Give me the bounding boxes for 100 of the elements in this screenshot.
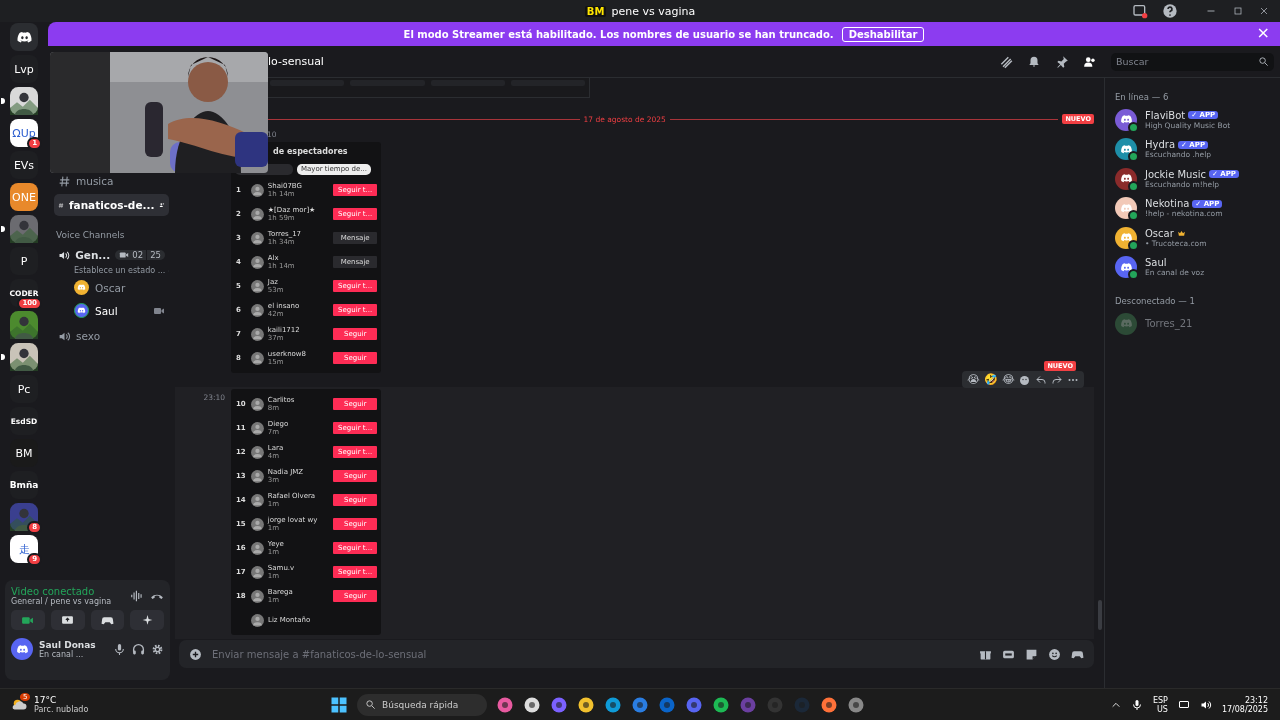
reaction-button[interactable]: 🤣 — [984, 373, 999, 386]
browser-icon[interactable] — [604, 695, 622, 714]
avatar-icon — [250, 183, 264, 197]
add-reaction-icon[interactable] — [1019, 373, 1031, 386]
members-icon[interactable] — [1083, 54, 1097, 69]
speaker-icon — [58, 248, 71, 262]
mic-icon[interactable] — [113, 642, 126, 656]
search-icon — [365, 699, 376, 710]
folder-icon[interactable] — [577, 695, 595, 714]
avatar-icon — [250, 279, 264, 293]
server-icon[interactable]: Bmña — [10, 471, 38, 499]
scrollbar[interactable] — [1098, 600, 1102, 630]
avatar-icon — [250, 327, 264, 341]
task-view-icon[interactable] — [523, 695, 541, 714]
app-logo: BM — [584, 5, 607, 17]
avatar-icon — [250, 589, 264, 603]
search-icon — [1258, 56, 1269, 67]
server-icon[interactable]: BM — [10, 439, 38, 467]
reaction-button[interactable]: 😭 — [967, 373, 981, 386]
screenshot-title: de espectadores — [272, 146, 349, 158]
panel-button[interactable] — [90, 610, 125, 630]
voice-channel[interactable]: Gen... 02 25 — [54, 246, 169, 264]
member-name: Torres_21 — [1145, 318, 1193, 330]
settings-icon[interactable] — [847, 695, 865, 714]
emoji-icon[interactable] — [1048, 647, 1061, 661]
camera-icon — [119, 250, 130, 260]
channel-item[interactable]: musica — [54, 170, 169, 192]
panel-button[interactable] — [11, 610, 45, 630]
voice-user[interactable]: Saul — [95, 304, 118, 317]
pin-icon[interactable] — [1055, 54, 1069, 69]
avatar-icon — [250, 351, 264, 365]
group-header: En línea — 6 — [1115, 92, 1170, 102]
server-icon[interactable]: EVs — [10, 151, 38, 179]
sticker-icon[interactable] — [1025, 647, 1038, 661]
windows-icon[interactable] — [330, 695, 348, 714]
avatar-icon — [1119, 201, 1133, 215]
avatar-icon — [1119, 142, 1133, 156]
language-indicator[interactable]: ESP — [1152, 695, 1168, 705]
clock-date[interactable]: 17/08/2025 — [1221, 704, 1268, 714]
channel-item[interactable]: fanaticos-de... — [54, 194, 169, 216]
headset-icon[interactable] — [132, 642, 145, 656]
disable-button[interactable]: Deshabilitar — [841, 26, 925, 42]
screen-share-icon — [61, 613, 75, 627]
category-header[interactable]: Voice Channels — [54, 226, 169, 244]
network-icon[interactable] — [1177, 698, 1190, 711]
member-name: Oscar — [1145, 227, 1174, 239]
avatar-icon — [250, 469, 264, 483]
weather-temperature: 17°C — [34, 695, 58, 705]
help-icon[interactable] — [1162, 3, 1178, 19]
threads-icon[interactable] — [999, 54, 1013, 69]
weather-condition: Parc. nublado — [34, 705, 89, 714]
volume-icon[interactable] — [1199, 698, 1212, 711]
server-icon[interactable]: Lvp — [10, 55, 38, 83]
maximize-icon[interactable] — [1232, 5, 1244, 17]
avatar-icon — [1119, 260, 1133, 274]
store-icon[interactable] — [631, 695, 649, 714]
member-name: FlaviBot — [1145, 109, 1186, 121]
avatar-icon — [250, 255, 264, 269]
hash-icon — [58, 174, 71, 188]
voice-user[interactable]: Oscar — [95, 281, 126, 294]
settings-icon[interactable] — [151, 642, 164, 656]
app-icon[interactable] — [496, 695, 514, 714]
discord-icon[interactable] — [685, 695, 703, 714]
attach-icon[interactable] — [189, 647, 202, 661]
mic-icon[interactable] — [1130, 698, 1143, 711]
avatar-icon — [250, 445, 264, 459]
app-icon[interactable] — [550, 695, 568, 714]
reply-icon[interactable] — [1035, 373, 1047, 386]
member-item[interactable]: Torres_21 — [1115, 309, 1274, 339]
avatar-icon — [250, 517, 264, 531]
clock-time[interactable]: 23:12 — [1244, 695, 1268, 705]
banner-message: El modo Streamer está habilitado. Los nombres de usuario se han truncado. — [403, 28, 834, 40]
panel-button[interactable] — [130, 610, 164, 630]
search-field[interactable]: Búsqueda rápida — [357, 693, 487, 716]
member-name: Hydra — [1145, 139, 1176, 151]
search-field[interactable]: Buscar — [1111, 52, 1274, 71]
reaction-button[interactable]: 😂 — [1002, 373, 1015, 386]
home-button[interactable] — [10, 23, 38, 51]
signal-icon[interactable] — [130, 589, 144, 603]
panel-button[interactable] — [50, 610, 85, 630]
close-icon[interactable] — [1258, 5, 1270, 17]
user-name: Saul Donas — [39, 639, 97, 650]
avatar-icon — [250, 303, 264, 317]
inbox-icon[interactable] — [1132, 3, 1148, 19]
avatar-icon — [250, 541, 264, 555]
voice-channel[interactable]: sexo — [54, 327, 169, 345]
channel-status: Establece un estado ... — [74, 266, 166, 275]
avatar-icon — [250, 397, 264, 411]
avatar-icon — [250, 565, 264, 579]
close-button[interactable]: × — [1256, 24, 1270, 42]
voice-location: General / pene vs vagina — [11, 597, 113, 606]
server-icon[interactable]: Pc — [10, 375, 38, 403]
avatar-icon — [250, 421, 264, 435]
browser-icon[interactable] — [820, 695, 838, 714]
mail-icon[interactable] — [658, 695, 676, 714]
forward-icon[interactable] — [1051, 373, 1063, 386]
server-icon[interactable]: P — [10, 247, 38, 275]
music-icon[interactable] — [712, 695, 730, 714]
keyboard-layout[interactable]: US — [1156, 704, 1168, 714]
avatar-icon — [251, 613, 264, 627]
